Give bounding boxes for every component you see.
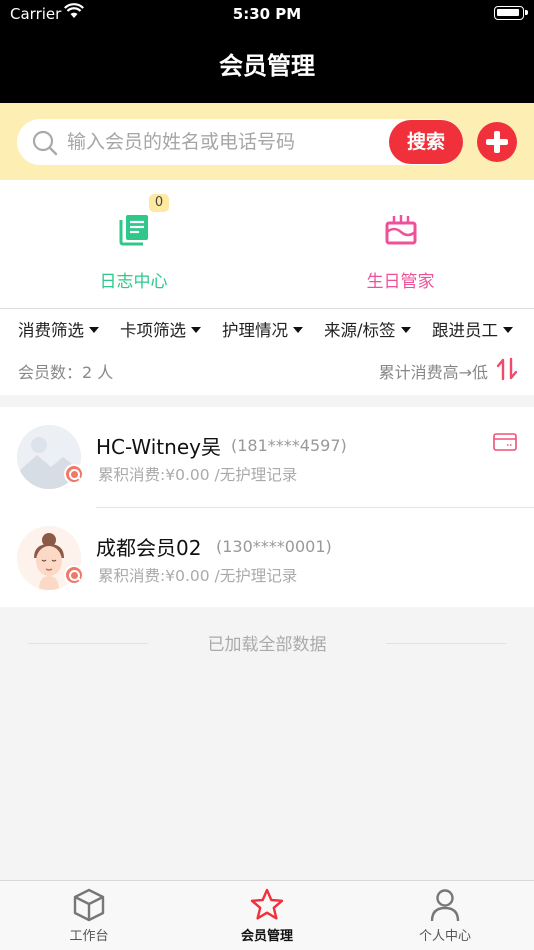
caret-down-icon <box>89 327 99 333</box>
person-icon <box>427 887 463 923</box>
caret-down-icon <box>503 327 513 333</box>
tab-bar: 工作台 会员管理 个人中心 <box>0 880 534 950</box>
log-center-shortcut[interactable]: 0 日志中心 <box>0 180 267 308</box>
filter-staff[interactable]: 跟进员工 <box>432 317 513 341</box>
member-phone: (181****4597) <box>231 436 347 455</box>
divider <box>386 643 506 644</box>
tab-personal-center[interactable]: 个人中心 <box>356 881 534 950</box>
status-time: 5:30 PM <box>232 5 302 23</box>
top-bar: Carrier 5:30 PM 会员管理 <box>0 0 534 103</box>
filter-source-tag[interactable]: 来源/标签 <box>324 317 411 341</box>
status-bar: Carrier 5:30 PM <box>0 0 534 28</box>
sort-label[interactable]: 累计消费高→低 <box>379 359 488 383</box>
star-icon <box>249 887 285 923</box>
sort-toggle-icon[interactable] <box>496 357 518 385</box>
member-phone: (130****0001) <box>216 537 332 556</box>
avatar-search-badge-icon <box>64 464 84 484</box>
log-center-label: 日志中心 <box>99 272 168 292</box>
page-title: 会员管理 <box>219 52 315 80</box>
caret-down-icon <box>400 327 411 333</box>
member-name: HC-Witney吴 <box>96 435 221 459</box>
battery-icon <box>494 6 528 20</box>
member-name: 成都会员02 <box>96 536 202 560</box>
tab-workbench[interactable]: 工作台 <box>0 881 178 950</box>
log-document-icon <box>117 212 151 246</box>
list-item[interactable]: 成都会员02 (130****0001) 累积消费:¥0.00 /无护理记录 <box>17 507 534 607</box>
caret-down-icon <box>191 327 201 333</box>
filter-label: 消费筛选 <box>18 321 84 340</box>
tab-label: 会员管理 <box>240 929 293 944</box>
search-button[interactable]: 搜索 <box>389 120 463 164</box>
membership-card-icon[interactable] <box>493 433 517 455</box>
summary-row: 会员数：2 人 累计消费高→低 <box>0 345 534 395</box>
birthday-manager-label: 生日管家 <box>366 272 435 292</box>
search-icon <box>31 129 59 161</box>
search-band: 搜索 <box>0 103 534 180</box>
member-detail: 累积消费:¥0.00 /无护理记录 <box>98 567 298 585</box>
shortcut-panel: 0 日志中心 生日管家 <box>0 180 534 308</box>
filter-card[interactable]: 卡项筛选 <box>120 317 201 341</box>
birthday-manager-shortcut[interactable]: 生日管家 <box>267 180 534 308</box>
log-count-badge: 0 <box>149 194 169 212</box>
avatar-search-badge-icon <box>64 565 84 585</box>
search-input[interactable] <box>67 119 397 165</box>
caret-down-icon <box>293 327 303 333</box>
member-count: 会员数：2 人 <box>18 363 114 382</box>
tab-label: 工作台 <box>69 929 109 944</box>
list-item[interactable]: HC-Witney吴 (181****4597) 累积消费:¥0.00 /无护理… <box>0 407 534 507</box>
filter-label: 跟进员工 <box>432 321 498 340</box>
filter-consumption[interactable]: 消费筛选 <box>18 317 99 341</box>
tab-label: 个人中心 <box>418 929 471 944</box>
box-icon <box>71 887 107 923</box>
list-end-indicator: 已加载全部数据 <box>0 630 534 656</box>
filter-bar: 消费筛选 卡项筛选 护理情况 来源/标签 跟进员工 <box>0 308 534 345</box>
filter-label: 护理情况 <box>222 321 288 340</box>
add-member-button[interactable] <box>477 122 517 162</box>
member-detail: 累积消费:¥0.00 /无护理记录 <box>98 466 298 484</box>
tab-member-management[interactable]: 会员管理 <box>178 881 356 950</box>
birthday-cake-icon <box>384 212 418 246</box>
member-list: HC-Witney吴 (181****4597) 累积消费:¥0.00 /无护理… <box>0 407 534 607</box>
filter-care[interactable]: 护理情况 <box>222 317 303 341</box>
filter-label: 卡项筛选 <box>120 321 186 340</box>
filter-label: 来源/标签 <box>324 321 396 340</box>
